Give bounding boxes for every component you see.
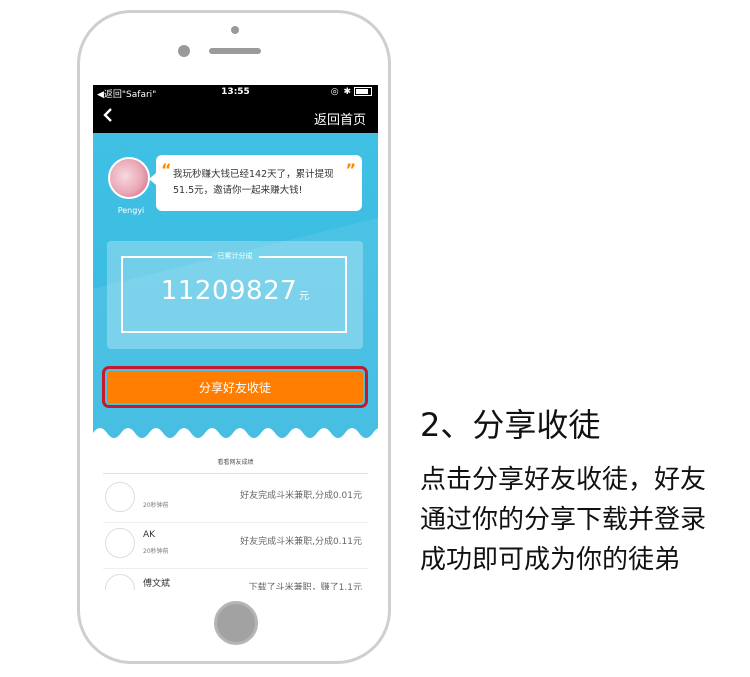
list-item-time: 20秒钟前: [143, 548, 169, 555]
list-item-message: 好友完成斗米兼职,分成0.11元: [240, 537, 362, 547]
activity-list: 看看网友成绩 20秒钟前 好友完成斗米兼职,分成0.01元 AK 20秒钟前 好…: [93, 438, 378, 590]
avatar: [105, 574, 135, 590]
front-camera: [178, 45, 190, 57]
step-description: 点击分享好友收徒，好友通过你的分享下载并登录成功即可成为你的徒弟: [420, 465, 707, 575]
total-unit: 元: [299, 291, 310, 302]
status-bar: ◀返回"Safari" 13:55 ◎ ✱: [93, 85, 378, 101]
list-item-time: 20秒钟前: [143, 502, 169, 509]
camera-dot: [231, 26, 239, 34]
total-value: 11209827 元: [107, 276, 363, 306]
total-panel: 已累计分成 11209827 元: [107, 241, 363, 349]
avatar-name: Pengyi: [117, 206, 145, 215]
speech-bubble: “ 我玩秒赚大钱已经142天了，累计提现51.5元，邀请你一起来赚大钱! ”: [149, 155, 362, 211]
list-item: AK 20秒钟前 好友完成斗米兼职,分成0.11元: [103, 526, 368, 569]
list-item-name: AK: [143, 530, 156, 540]
list-item-message: 下载了斗米兼职，赚了1.1元: [248, 583, 362, 590]
divider: [103, 473, 368, 474]
total-amount: 11209827: [160, 276, 298, 306]
list-caption: 看看网友成绩: [217, 459, 254, 466]
avatar: [105, 482, 135, 512]
avatar: [108, 157, 150, 199]
list-item: 傅文斌 下载了斗米兼职，赚了1.1元: [103, 572, 368, 590]
home-button[interactable]: [214, 601, 258, 645]
list-item-message: 好友完成斗米兼职,分成0.01元: [240, 491, 362, 501]
total-label: 已累计分成: [107, 251, 363, 261]
chevron-left-icon[interactable]: [103, 107, 113, 128]
wave-divider: [93, 428, 378, 438]
share-recruit-button[interactable]: 分享好友收徒: [107, 371, 363, 403]
hero-section: Pengyi “ 我玩秒赚大钱已经142天了，累计提现51.5元，邀请你一起来赚…: [93, 133, 378, 438]
nav-bar: 返回首页: [93, 101, 378, 133]
list-item-name: 傅文斌: [143, 579, 171, 589]
quote-close-icon: ”: [345, 160, 356, 179]
earpiece-speaker: [209, 48, 261, 54]
phone-screen: ◀返回"Safari" 13:55 ◎ ✱ 返回首页 Pengyi “ 我玩秒赚…: [93, 85, 378, 590]
avatar: [105, 528, 135, 558]
quote-open-icon: “: [161, 160, 172, 179]
bubble-message: 我玩秒赚大钱已经142天了，累计提现51.5元，邀请你一起来赚大钱!: [173, 169, 334, 196]
step-title: 2、分享收徒: [420, 406, 601, 444]
list-item: 20秒钟前 好友完成斗米兼职,分成0.01元: [103, 480, 368, 523]
home-link[interactable]: 返回首页: [314, 109, 366, 128]
battery-icon: [354, 87, 372, 96]
status-icons: ◎ ✱: [331, 87, 372, 97]
